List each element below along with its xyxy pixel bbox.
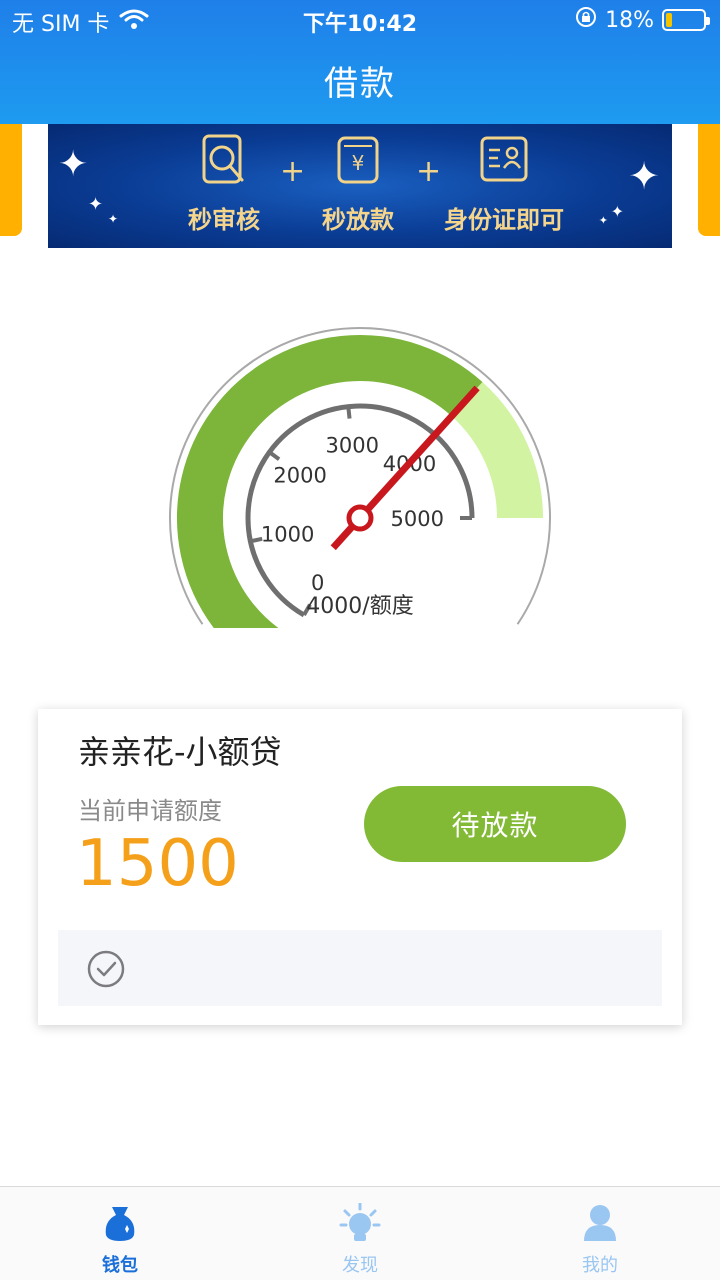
tab-label: 钱包 <box>102 1255 138 1276</box>
gauge-tick <box>268 450 281 461</box>
amount-label: 当前申请额度 <box>78 797 222 825</box>
tab-label: 我的 <box>582 1255 618 1276</box>
sparkle-icon: ✦ <box>628 154 660 198</box>
header: 无 SIM 卡 下午10:42 18% 借款 <box>0 0 720 124</box>
promo-banner[interactable]: ✦ ✦ ✦ ✦ ✦ ✦ 秒审核 + ¥ 秒放款 + 身份证即可 <box>48 124 672 248</box>
loan-product-title: 亲亲花-小额贷 <box>78 733 282 771</box>
card-footer <box>58 930 662 1006</box>
banner-next-peek[interactable] <box>698 124 720 236</box>
svg-text:¥: ¥ <box>352 151 365 175</box>
gauge-svg: 010002000300040005000 <box>169 327 551 677</box>
gauge-remaining-band <box>451 382 543 519</box>
tab-label: 发现 <box>342 1255 378 1276</box>
gauge-caption: 4000/额度 <box>306 594 414 619</box>
gauge-tick-label: 5000 <box>391 507 444 531</box>
tab-discover[interactable]: 发现 <box>240 1187 480 1280</box>
tab-bar: 钱包 发现 我的 <box>0 1186 720 1280</box>
banner-item-label: 秒审核 <box>188 206 260 234</box>
banner-prev-peek[interactable] <box>0 124 22 236</box>
sparkle-icon: ✦ <box>610 202 624 221</box>
gauge-tick-label: 1000 <box>261 522 314 546</box>
banner-item-loan: ¥ 秒放款 <box>288 134 428 235</box>
battery-icon <box>662 9 710 31</box>
banner-item-id: 身份证即可 <box>424 134 584 235</box>
banner-item-label: 身份证即可 <box>444 206 564 234</box>
sparkle-icon: ✦ <box>598 214 608 227</box>
status-right: 18% <box>575 6 710 34</box>
loan-card[interactable]: 亲亲花-小额贷 当前申请额度 1500 待放款 <box>38 709 682 1025</box>
gauge-needle-hub <box>346 504 374 532</box>
gauge-tick-label: 2000 <box>273 464 326 488</box>
user-icon <box>480 1203 720 1247</box>
banner-item-label: 秒放款 <box>322 206 394 234</box>
credit-gauge: 010002000300040005000 <box>160 318 560 677</box>
id-card-icon <box>424 134 584 190</box>
sparkle-icon: ✦ <box>88 194 104 215</box>
tab-wallet[interactable]: 钱包 <box>0 1187 240 1280</box>
page-title: 借款 <box>324 64 396 104</box>
search-document-icon <box>154 134 294 190</box>
rotation-lock-icon <box>575 6 597 34</box>
tab-mine[interactable]: 我的 <box>480 1187 720 1280</box>
gauge-tick-label: 3000 <box>326 433 379 457</box>
sparkle-icon: ✦ <box>58 144 89 185</box>
lightbulb-icon <box>240 1202 480 1247</box>
status-bar: 无 SIM 卡 下午10:42 18% <box>0 0 720 40</box>
battery-percent: 18% <box>605 7 654 33</box>
pending-disbursement-button[interactable]: 待放款 <box>364 786 626 862</box>
sparkle-icon: ✦ <box>108 212 119 226</box>
wallet-bag-icon <box>0 1203 240 1247</box>
battery-level <box>666 13 672 27</box>
banner-item-review: 秒审核 <box>154 134 294 235</box>
loan-amount: 1500 <box>76 827 239 901</box>
yuan-card-icon: ¥ <box>288 134 428 190</box>
gauge-tick <box>346 406 352 419</box>
check-circle-icon <box>86 949 126 993</box>
